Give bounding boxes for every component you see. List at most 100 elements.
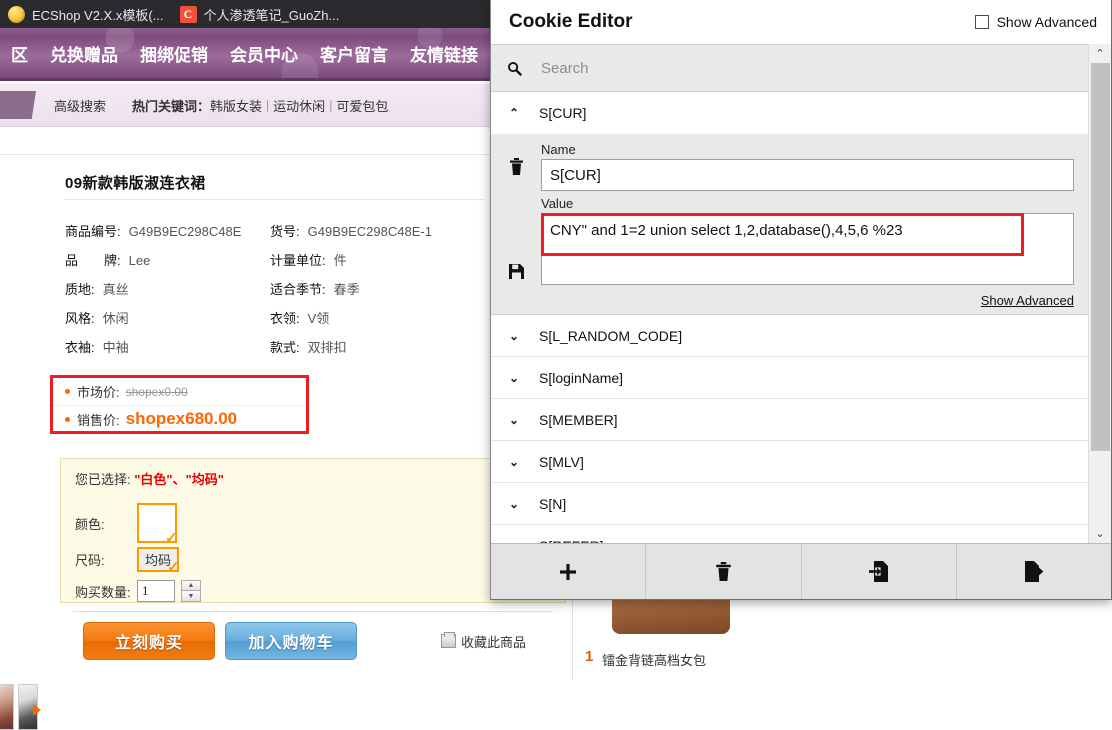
spec-row: 衣袖: 中袖 款式: 双排扣	[65, 332, 485, 361]
cookie-name: S[L_RANDOM_CODE]	[539, 327, 683, 344]
add-to-favorites-link[interactable]: 收藏此商品	[441, 632, 526, 651]
content-gap	[0, 127, 490, 155]
nav-item-5[interactable]: 友情链接	[399, 41, 489, 66]
chevron-down-icon[interactable]: ⌄	[509, 497, 539, 511]
c-favicon: C	[179, 5, 197, 23]
export-button[interactable]	[957, 544, 1111, 599]
quantity-stepper[interactable]: ▲ ▼	[181, 580, 201, 602]
hot-keyword-2[interactable]: 可爱包包	[336, 96, 388, 115]
chevron-up-icon[interactable]: ⌃	[509, 106, 539, 120]
cookie-value-wrapper: CNY" and 1=2 union select 1,2,database()…	[541, 213, 1074, 290]
nav-item-4[interactable]: 客户留言	[309, 41, 399, 66]
size-option-junma[interactable]: 均码 ✓	[137, 547, 180, 576]
stepper-down-icon[interactable]: ▼	[181, 591, 201, 602]
search-button-stub[interactable]	[0, 91, 36, 119]
scrollbar-thumb[interactable]	[1091, 63, 1110, 451]
keyword-separator: |	[266, 98, 270, 112]
import-button[interactable]	[802, 544, 957, 599]
market-price-row: 市场价: shopex0.00	[53, 378, 306, 405]
cookie-name-input[interactable]	[541, 159, 1074, 191]
nav-item-1[interactable]: 兑换赠品	[39, 41, 129, 66]
cookie-row-s-n[interactable]: ⌄ S[N]	[491, 483, 1088, 525]
product-spec-grid: 商品编号: G49B9EC298C48E 货号: G49B9EC298C48E-1 …	[65, 216, 485, 361]
add-to-cart-button[interactable]: 加入购物车	[225, 622, 357, 660]
check-icon: ✓	[167, 559, 180, 576]
quantity-row: 购买数量: ▲ ▼	[75, 580, 201, 602]
browser-tab-0-title: ECShop V2.X.x模板(...	[32, 7, 164, 23]
cookie-name: S[MEMBER]	[539, 411, 618, 428]
spec-key: 适合季节:	[270, 282, 326, 297]
spec-key: 货号:	[270, 224, 300, 239]
favorite-icon	[441, 632, 456, 648]
nav-item-2[interactable]: 捆绑促销	[129, 41, 219, 66]
spec-row: 风格: 休闲 衣领: V领	[65, 303, 485, 332]
chevron-down-icon[interactable]: ⌄	[509, 329, 539, 343]
spec-row: 质地: 真丝 适合季节: 春季	[65, 274, 485, 303]
delete-all-button[interactable]	[646, 544, 802, 599]
cookie-name: S[loginName]	[539, 369, 624, 386]
cookie-row-s-cur[interactable]: ⌃ S[CUR]	[491, 92, 1088, 134]
spec-value: Lee	[128, 253, 151, 268]
cookie-row-s-loginname[interactable]: ⌄ S[loginName]	[491, 357, 1088, 399]
cookie-list: ⌃ S[CUR] Name Value CNY" a	[491, 44, 1088, 543]
add-cookie-button[interactable]	[491, 544, 647, 599]
browser-tab-1[interactable]: C 个人渗透笔记_GuoZh...	[172, 0, 348, 28]
favorite-label: 收藏此商品	[461, 634, 527, 650]
nav-item-6[interactable]: 帮助	[489, 41, 490, 66]
hot-keyword-0[interactable]: 韩版女装	[210, 96, 262, 115]
advanced-search-link[interactable]: 高级搜索	[54, 96, 106, 115]
cookie-editor-popup: Cookie Editor Show Advanced ⌃ S[CUR]	[490, 0, 1112, 600]
cookie-detail-actions	[491, 142, 541, 308]
chevron-down-icon[interactable]: ⌄	[509, 371, 539, 385]
search-input[interactable]	[539, 58, 1072, 78]
thumbnail-image	[0, 685, 13, 729]
buy-now-button[interactable]: 立刻购买	[83, 622, 215, 660]
show-advanced-checkbox[interactable]	[974, 15, 989, 29]
hot-keyword-1[interactable]: 运动休闲	[273, 96, 325, 115]
stepper-up-icon[interactable]: ▲	[181, 580, 201, 591]
cookie-name: S[MLV]	[539, 453, 584, 470]
nav-item-3[interactable]: 会员中心	[219, 41, 309, 66]
save-icon[interactable]	[508, 264, 524, 282]
cookie-value-textarea[interactable]: CNY" and 1=2 union select 1,2,database()…	[541, 213, 1074, 285]
cookie-name: S[REFER]	[539, 538, 604, 544]
cookie-row-s-member[interactable]: ⌄ S[MEMBER]	[491, 399, 1088, 441]
price-highlight-box: 市场价: shopex0.00 销售价: shopex680.00	[50, 375, 309, 434]
size-attribute-row: 尺码: 均码 ✓	[75, 547, 180, 576]
cookie-list-scrollbar[interactable]: ⌃ ⌄	[1088, 44, 1111, 543]
size-label: 尺码:	[75, 553, 105, 568]
spec-key: 计量单位:	[270, 253, 326, 268]
search-icon	[507, 61, 527, 76]
vertical-rule	[572, 600, 573, 680]
browser-tab-0[interactable]: ECShop V2.X.x模板(...	[0, 0, 172, 28]
cookie-name: S[N]	[539, 495, 567, 512]
color-label: 颜色:	[75, 516, 105, 532]
detail-show-advanced-link[interactable]: Show Advanced	[541, 293, 1074, 308]
scroll-down-icon[interactable]: ⌄	[1089, 524, 1111, 543]
color-attribute-row: 颜色: ✓	[75, 503, 178, 546]
spec-key: 衣领:	[270, 311, 300, 326]
scroll-up-icon[interactable]: ⌃	[1089, 44, 1111, 63]
quantity-input[interactable]	[137, 580, 175, 602]
cookie-row-s-l-random-code[interactable]: ⌄ S[L_RANDOM_CODE]	[491, 315, 1088, 357]
cookie-detail-form: Name Value CNY" and 1=2 union select 1,2…	[491, 134, 1088, 315]
nav-item-0[interactable]: 区	[0, 41, 39, 66]
search-keyword-bar: 高级搜索 热门关键词： 韩版女装 | 运动休闲 | 可爱包包	[0, 84, 490, 127]
chevron-down-icon[interactable]: ⌄	[509, 539, 539, 544]
sale-price-value: shopex680.00	[125, 409, 238, 428]
spec-key: 衣袖:	[65, 340, 95, 355]
cookie-search-row[interactable]	[491, 44, 1088, 92]
chevron-down-icon[interactable]: ⌄	[509, 413, 539, 427]
show-advanced-toggle[interactable]: Show Advanced	[974, 14, 1097, 30]
color-swatch-white[interactable]: ✓	[137, 503, 178, 546]
spec-value: 休闲	[102, 311, 129, 326]
chevron-down-icon[interactable]: ⌄	[509, 455, 539, 469]
ranking-product-name[interactable]: 镭金背链高档女包	[602, 650, 706, 669]
product-thumbnail[interactable]	[0, 684, 14, 730]
cookie-row-s-mlv[interactable]: ⌄ S[MLV]	[491, 441, 1088, 483]
cookie-row-s-refer[interactable]: ⌄ S[REFER]	[491, 525, 1088, 543]
trash-icon[interactable]	[509, 158, 524, 178]
selected-prefix: 您已选择:	[75, 472, 131, 487]
thumbnail-next-arrow-icon[interactable]	[33, 704, 41, 716]
browser-tab-bar: ECShop V2.X.x模板(... C 个人渗透笔记_GuoZh...	[0, 0, 490, 28]
